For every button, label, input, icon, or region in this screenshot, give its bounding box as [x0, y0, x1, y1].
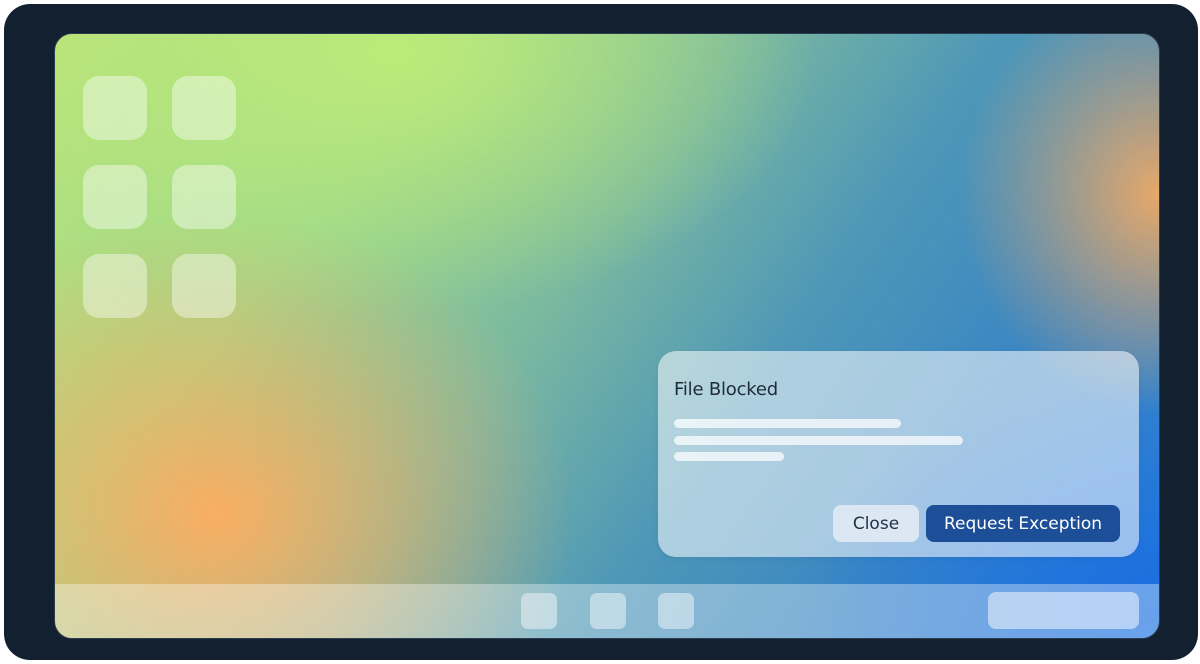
- file-blocked-dialog: File Blocked Close Request Exception: [658, 351, 1139, 557]
- desktop-app-icon[interactable]: [172, 165, 236, 229]
- desktop-screen: File Blocked Close Request Exception: [54, 33, 1160, 639]
- message-placeholder-line: [674, 436, 963, 445]
- desktop-app-icon[interactable]: [172, 254, 236, 318]
- request-exception-button[interactable]: Request Exception: [926, 505, 1120, 542]
- desktop-app-icon[interactable]: [83, 254, 147, 318]
- device-frame: File Blocked Close Request Exception: [4, 4, 1198, 660]
- desktop-app-icon[interactable]: [83, 165, 147, 229]
- desktop-app-icon[interactable]: [83, 76, 147, 140]
- taskbar: [55, 584, 1159, 638]
- desktop-app-icon[interactable]: [172, 76, 236, 140]
- message-placeholder-line: [674, 419, 901, 428]
- close-button[interactable]: Close: [833, 505, 919, 542]
- taskbar-app-icon[interactable]: [590, 593, 626, 629]
- taskbar-app-icon[interactable]: [521, 593, 557, 629]
- taskbar-app-icon[interactable]: [658, 593, 694, 629]
- system-tray[interactable]: [988, 592, 1139, 629]
- dialog-title: File Blocked: [674, 379, 778, 400]
- message-placeholder-line: [674, 452, 784, 461]
